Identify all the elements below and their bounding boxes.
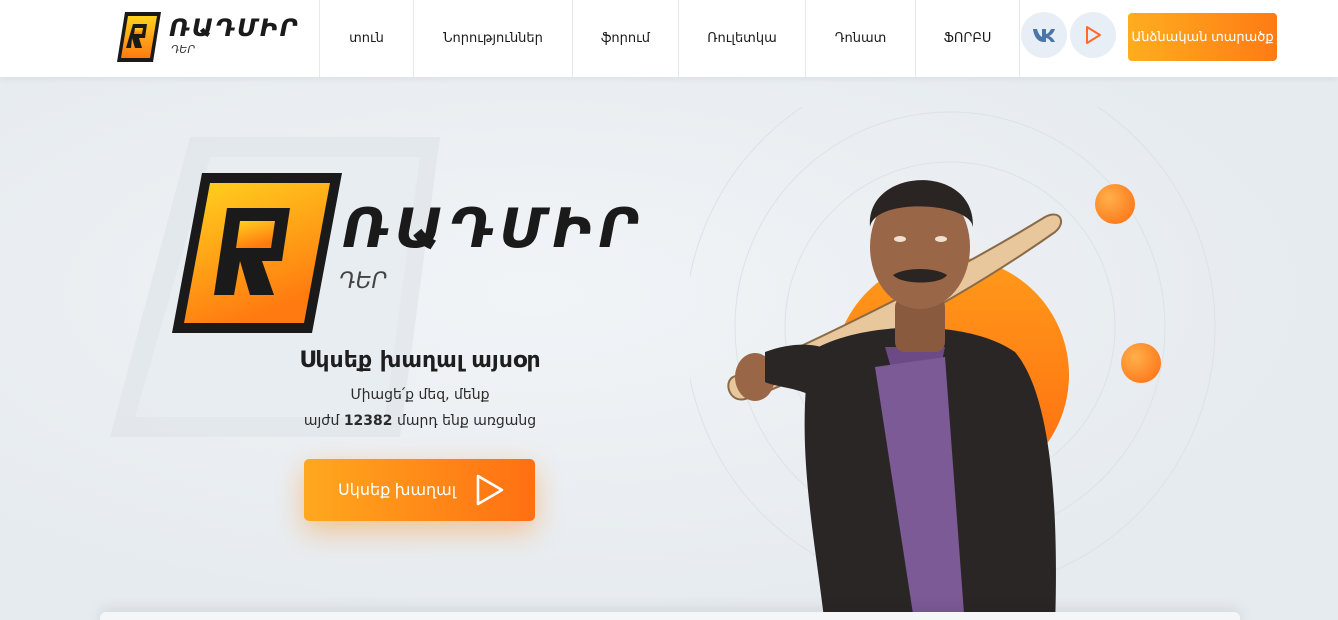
play-link[interactable] [1070,12,1116,58]
nav-item-forbes[interactable]: ՖՈՐԲՍ [915,0,1020,77]
hero-headline: Սկսեք խաղալ այսօր [299,348,541,373]
personal-account-button[interactable]: Անձնական տարածք [1128,13,1277,61]
hero-brand-subtitle: ԴԵՐ [339,269,387,294]
start-playing-button[interactable]: Սկսեք խաղալ [304,459,535,521]
character-illustration [727,180,1063,620]
site-header: ՌԱԴՄԻՐ ԴԵՐ տուն Նորություններ ֆորում Ռու… [0,0,1338,77]
brand-name: ՌԱԴՄԻՐ [169,14,300,42]
nav-item-home[interactable]: տուն [319,0,413,77]
online-suffix: մարդ ենք առցանց [396,413,537,429]
hero-section: ՌԱԴՄԻՐ ԴԵՐ Սկսեք խաղալ այսօր Միացե՛ք մեզ… [0,77,1338,620]
radmir-logo-icon [117,12,161,62]
online-prefix: այժմ [303,413,340,429]
brand-subtitle: ԴԵՐ [171,43,195,56]
join-text: Միացե՛ք մեզ, մենք [350,387,490,403]
main-nav: տուն Նորություններ ֆորում Ռուլետկա Դոնատ… [319,0,1020,77]
nav-item-donate[interactable]: Դոնատ [805,0,915,77]
nav-item-forum[interactable]: ֆորում [572,0,678,77]
hero-brand-name: ՌԱԴՄԻՐ [342,197,645,260]
play-icon [1086,26,1101,44]
brand-logo-link[interactable]: ՌԱԴՄԻՐ ԴԵՐ [117,10,297,64]
online-count-text: այժմ 12382 մարդ ենք առցանց [230,413,610,429]
online-count: 12382 [343,413,393,429]
nav-item-news[interactable]: Նորություններ [413,0,572,77]
nav-item-roulette[interactable]: Ռուլետկա [678,0,805,77]
vk-icon [1033,29,1055,42]
content-panel-top-edge [100,612,1240,620]
decorative-orange-ball [1121,343,1161,383]
play-arrow-icon [476,474,504,506]
vk-link[interactable] [1021,12,1067,58]
start-playing-label: Սկսեք խաղալ [338,482,457,499]
hero-radmir-logo-icon [172,173,342,333]
